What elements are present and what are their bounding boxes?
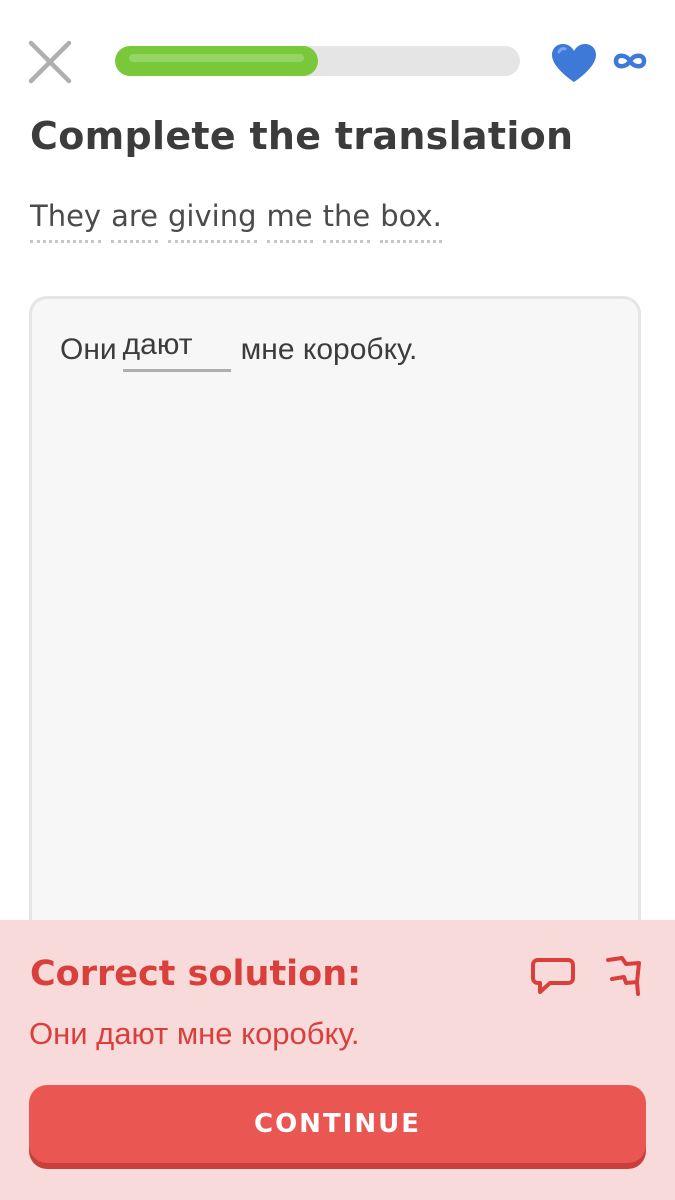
prompt-word[interactable]: They <box>30 196 102 243</box>
prompt-sentence: They are giving me the box. <box>30 196 442 243</box>
prompt-word[interactable]: giving <box>168 196 257 243</box>
prompt-word[interactable]: the <box>322 196 371 243</box>
blank-input-value: дают <box>122 328 193 361</box>
translation-sentence: Они дают мне коробку. <box>60 328 418 376</box>
close-button[interactable] <box>28 40 72 84</box>
comment-icon[interactable] <box>530 956 576 996</box>
lesson-screen: Complete the translation They are giving… <box>0 0 675 1200</box>
feedback-panel: Correct solution: Они дают мне коробку. … <box>0 920 675 1200</box>
page-title: Complete the translation <box>30 114 574 158</box>
infinity-icon <box>613 53 647 69</box>
close-icon <box>28 40 72 84</box>
sentence-before-blank: Они <box>60 333 117 366</box>
progress-bar <box>115 46 520 76</box>
continue-button[interactable]: CONTINUE <box>29 1085 646 1163</box>
answer-area: Они дают мне коробку. <box>29 296 641 996</box>
blank-input[interactable]: дают <box>122 325 231 372</box>
progress-bar-highlight <box>129 54 304 62</box>
flag-icon[interactable] <box>604 954 644 996</box>
prompt-word[interactable]: box. <box>380 196 442 243</box>
prompt-word[interactable]: me <box>266 196 313 243</box>
heart-icon <box>552 44 596 82</box>
correct-answer-text: Они дают мне коробку. <box>29 1016 360 1051</box>
feedback-title: Correct solution: <box>30 954 362 994</box>
sentence-after-blank: мне коробку. <box>240 333 418 366</box>
prompt-word[interactable]: are <box>111 196 159 243</box>
